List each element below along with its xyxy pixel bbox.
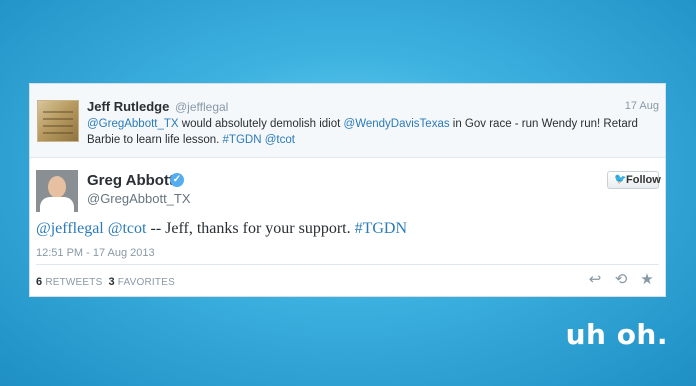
divider bbox=[36, 264, 659, 265]
retweets-count[interactable]: 6 bbox=[36, 276, 42, 288]
reply-tweet[interactable]: Jeff Rutledge @jefflegal 17 Aug @GregAbb… bbox=[30, 84, 665, 158]
follow-button-label: Follow bbox=[626, 174, 661, 186]
mention-link[interactable]: @tcot bbox=[108, 220, 147, 237]
tweet-card: Jeff Rutledge @jefflegal 17 Aug @GregAbb… bbox=[29, 83, 666, 297]
favorite-icon[interactable]: ★ bbox=[637, 271, 657, 289]
twitter-bird-icon: 🐦 bbox=[614, 174, 627, 185]
hashtag-link[interactable]: #TGDN bbox=[223, 134, 262, 146]
reply-author-name[interactable]: Jeff Rutledge bbox=[87, 99, 169, 114]
tweet-stats: 6 RETWEETS 3 FAVORITES bbox=[36, 276, 175, 288]
greg-abbott-avatar[interactable] bbox=[36, 170, 78, 212]
retweets-label[interactable]: RETWEETS bbox=[45, 277, 102, 288]
hashtag-link[interactable]: #TGDN bbox=[355, 220, 407, 237]
mention-link[interactable]: @GregAbbott_TX bbox=[87, 118, 179, 130]
mention-link[interactable]: @WendyDavisTexas bbox=[344, 118, 450, 130]
main-tweet-text: @jefflegal @tcot -- Jeff, thanks for you… bbox=[36, 220, 656, 238]
favorites-count[interactable]: 3 bbox=[108, 276, 114, 288]
caption-text: uh oh. bbox=[565, 318, 668, 351]
retweet-icon[interactable]: ⟲ bbox=[611, 271, 631, 289]
mention-link[interactable]: @jefflegal bbox=[36, 220, 104, 237]
reply-text-segment: would absolutely demolish idiot bbox=[178, 118, 344, 130]
tweet-actions: ↩ ⟲ ★ bbox=[585, 271, 661, 289]
reply-tweet-text: @GregAbbott_TX would absolutely demolish… bbox=[87, 116, 657, 148]
main-author-name[interactable]: Greg Abbott bbox=[87, 172, 174, 189]
jeff-rutledge-avatar[interactable] bbox=[37, 100, 79, 142]
reply-author-handle[interactable]: @jefflegal bbox=[175, 100, 228, 114]
mention-link[interactable]: @tcot bbox=[265, 134, 295, 146]
follow-button[interactable]: 🐦 Follow bbox=[607, 171, 661, 189]
reply-icon[interactable]: ↩ bbox=[585, 271, 605, 289]
main-text-segment: -- Jeff, thanks for your support. bbox=[146, 220, 355, 237]
favorites-label[interactable]: FAVORITES bbox=[118, 277, 175, 288]
verified-badge-icon: ✓ bbox=[170, 173, 184, 187]
reply-timestamp[interactable]: 17 Aug bbox=[625, 100, 659, 112]
main-author-handle[interactable]: @GregAbbott_TX bbox=[87, 191, 191, 206]
main-timestamp[interactable]: 12:51 PM - 17 Aug 2013 bbox=[36, 247, 155, 259]
